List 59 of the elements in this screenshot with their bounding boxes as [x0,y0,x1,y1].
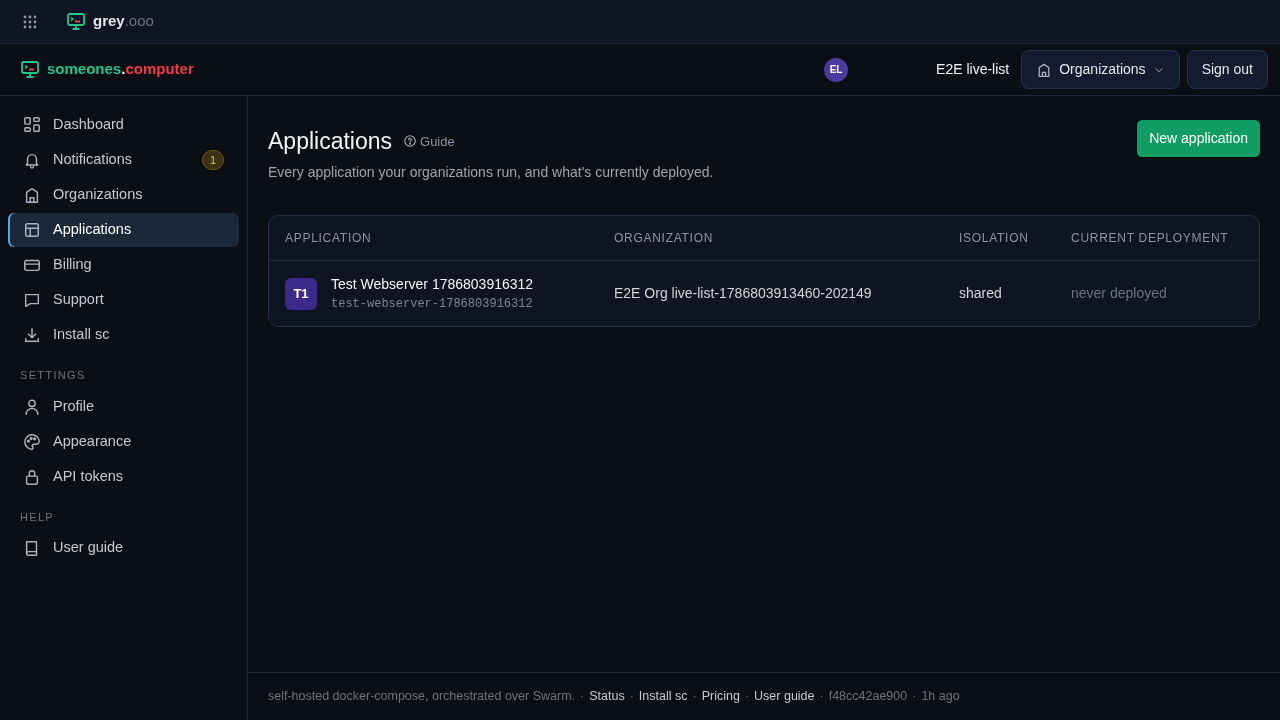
monitor-icon [66,11,86,32]
sign-out-button[interactable]: Sign out [1186,50,1268,89]
column-header: APPLICATION [269,216,598,261]
footer-text: f48cc42ae900 [828,688,908,706]
table-cell-text: shared [958,284,1003,303]
lock-icon [23,467,41,486]
separator: · [629,688,634,706]
sidebar-item[interactable]: Applications [8,213,239,247]
help-icon [402,134,417,149]
separator: · [819,688,824,706]
user-icon [23,397,41,416]
site-logo-text[interactable]: someones.computer [47,58,194,81]
column-header: ISOLATION [943,216,1055,261]
app-avatar: T1 [285,277,317,310]
count-badge: 1 [201,149,224,171]
sidebar-item[interactable]: API tokens [8,459,239,494]
app-grid-icon[interactable] [22,13,38,30]
sidebar-item[interactable]: User guide [8,531,239,565]
sidebar-item[interactable]: Notifications 1 [8,143,239,177]
download-icon [23,326,41,344]
bell-icon [23,151,41,169]
building-icon [23,186,41,204]
footer-text: 1h ago [921,688,960,706]
section-heading: HELP [19,509,55,525]
application-name[interactable]: Test Webserver 1786803916312 [331,274,534,295]
table-cell-text: never deployed [1070,284,1168,303]
separator: · [692,688,697,706]
sidebar-item[interactable]: Support [8,283,239,317]
section-heading: SETTINGS [19,368,87,383]
footer-link[interactable]: Install sc [638,687,688,706]
sidebar-item[interactable]: Billing [8,248,239,282]
grid-icon [23,116,41,134]
sidebar-item[interactable]: Install sc [8,318,239,352]
user-avatar[interactable]: EL [824,57,849,82]
palette-icon [23,432,41,451]
guide-link[interactable]: Guide [402,131,455,151]
footer-link[interactable]: User guide [754,687,815,706]
separator: · [744,688,750,706]
separator: · [580,688,585,706]
footer-link[interactable]: Status [589,687,625,706]
page-subtitle: Every application your organizations run, and what's currently deployed. [268,163,714,182]
brand-name[interactable]: grey.ooo [93,10,154,33]
application-slug: test-webserver-1786803916312 [331,296,534,313]
layout-icon [23,221,41,239]
table-cell-text: E2E Org live-list-1786803913460-202149 [613,284,873,303]
sidebar-item[interactable]: Profile [8,389,239,424]
separator: · [912,688,917,706]
column-header: ORGANIZATION [598,216,943,261]
column-header: CURRENT DEPLOYMENT [1055,216,1259,261]
context-label: E2E live-list [936,60,1010,79]
sidebar-item[interactable]: Dashboard [8,108,239,142]
sidebar-item[interactable]: Appearance [8,424,239,459]
footer-text: self-hosted docker-compose, orchestrated over Swarm. [268,688,576,706]
page-title: Applications [268,127,393,156]
monitor-icon [20,59,40,80]
organizations-dropdown[interactable]: Organizations [1021,50,1180,89]
sidebar-item[interactable]: Organizations [8,178,239,212]
chat-icon [23,291,41,309]
footer-link[interactable]: Pricing [701,687,740,706]
